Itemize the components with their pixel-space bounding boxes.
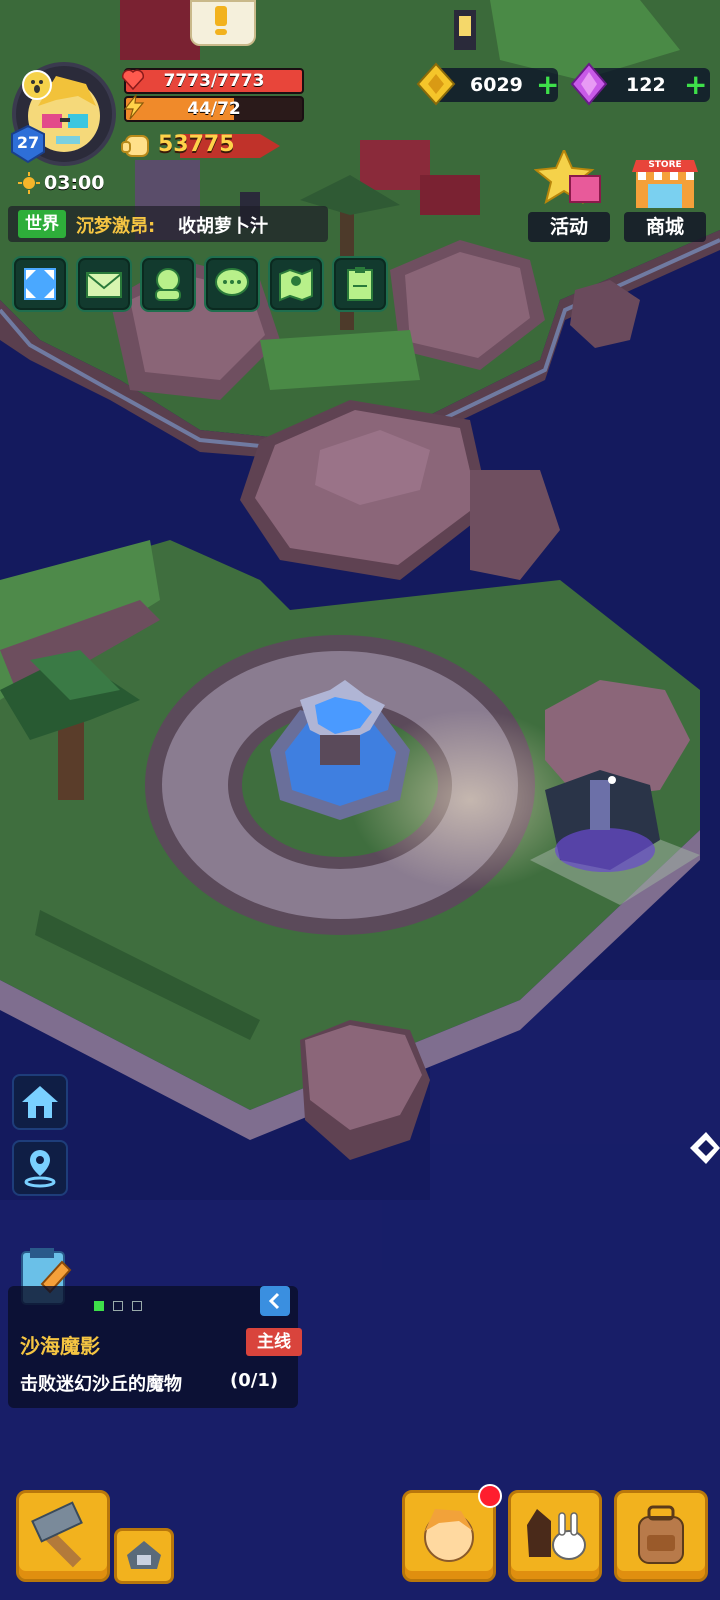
hp-text: 7773/7773 (163, 71, 265, 91)
map-icon (279, 268, 313, 302)
gem-icon (570, 62, 608, 106)
quest-tag: 主线 (246, 1328, 302, 1356)
hammer-icon (31, 1501, 83, 1568)
friends-button[interactable] (140, 256, 196, 312)
level-badge: 27 (8, 124, 48, 164)
combat-power: 53775 (120, 130, 280, 162)
gold-value: 6029 (470, 74, 523, 96)
timer: 03:00 (18, 170, 128, 198)
hero-icon (424, 1509, 474, 1562)
hp-bar: 7773/7773 (124, 68, 304, 94)
lightning-icon (123, 94, 145, 120)
mail-icon (86, 272, 122, 298)
chat-bar[interactable]: 世界 沉梦激昂: 收胡萝卜汁 (8, 206, 328, 242)
power-value: 53775 (158, 132, 235, 157)
exclamation-icon (215, 6, 227, 35)
events-button[interactable]: 活动 (528, 150, 610, 242)
build-icon (127, 1541, 161, 1569)
quest-marker[interactable] (190, 0, 256, 46)
timer-text: 03:00 (44, 172, 105, 194)
chat-message: 收胡萝卜汁 (178, 216, 268, 237)
location-button[interactable] (12, 1140, 68, 1196)
mail-button[interactable] (76, 256, 132, 312)
pets-button[interactable] (508, 1490, 602, 1582)
page-dot-active (94, 1301, 104, 1311)
events-label: 活动 (528, 212, 610, 242)
add-gem-button[interactable]: + (684, 71, 707, 99)
quest-progress: (0/1) (230, 1370, 279, 1391)
collapse-quest-button[interactable] (260, 1286, 290, 1316)
fist-icon (121, 135, 149, 157)
build-hammer-button[interactable] (16, 1490, 110, 1582)
chat-channel: 世界 (18, 210, 66, 238)
location-pin-icon (24, 1150, 56, 1188)
quest-title: 沙海魔影 (20, 1334, 100, 1358)
quest-panel[interactable]: 沙海魔影 主线 击败迷幻沙丘的魔物 (0/1) (8, 1286, 302, 1408)
backpack-button[interactable] (614, 1490, 708, 1582)
pets-icon (527, 1509, 586, 1560)
add-gold-button[interactable]: + (536, 71, 559, 99)
chevron-left-icon (268, 1292, 280, 1310)
emoji-badge-icon (22, 70, 52, 100)
level-number: 27 (16, 133, 40, 152)
energy-bar: 44/72 (124, 96, 304, 122)
page-dot (132, 1301, 143, 1311)
side-panel-toggle[interactable] (686, 1130, 720, 1166)
heart-icon (121, 69, 145, 91)
energy-text: 44/72 (187, 99, 241, 119)
store-button[interactable]: STORE 商城 (624, 150, 706, 242)
expand-icon (24, 268, 56, 300)
page-dot (113, 1301, 124, 1311)
chat-icon (215, 268, 249, 296)
store-badge-text: STORE (648, 160, 682, 170)
home-button[interactable] (12, 1074, 68, 1130)
gold-diamond-icon (416, 62, 456, 106)
quest-objective: 击败迷幻沙丘的魔物 (20, 1374, 182, 1395)
hero-notification-dot (478, 1484, 502, 1508)
sun-icon (18, 172, 40, 194)
store-label: 商城 (624, 212, 706, 242)
friends-icon (155, 268, 181, 301)
home-icon (22, 1086, 58, 1118)
tasks-button[interactable] (332, 256, 388, 312)
expand-button[interactable] (12, 256, 68, 312)
quest-page-dots (94, 1296, 143, 1315)
chat-sender: 沉梦激昂: (76, 216, 156, 237)
gem-value: 122 (626, 74, 666, 96)
chat-button[interactable] (204, 256, 260, 312)
map-button[interactable] (268, 256, 324, 312)
small-build-button[interactable] (114, 1528, 174, 1584)
backpack-icon (638, 1505, 684, 1564)
clipboard-icon (347, 267, 373, 301)
star-gift-icon (534, 150, 601, 205)
